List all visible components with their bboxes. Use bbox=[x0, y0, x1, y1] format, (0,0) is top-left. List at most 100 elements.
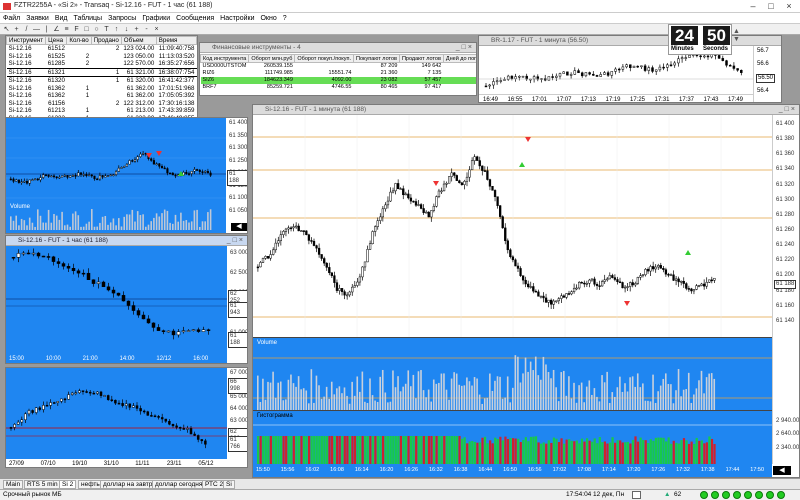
menu-view[interactable]: Вид bbox=[52, 13, 71, 24]
tab-si-2[interactable]: Si 2 bbox=[59, 480, 77, 489]
indicator-light-icon bbox=[700, 491, 708, 499]
instrument-cell: 4746.55 bbox=[331, 84, 352, 90]
histogram-pane[interactable] bbox=[253, 410, 772, 464]
time-label: 15:56 bbox=[280, 467, 295, 473]
delete-icon[interactable]: × bbox=[152, 25, 161, 34]
trade-cell: Si-12.16 bbox=[8, 45, 32, 52]
fin-window-controls[interactable]: _□× bbox=[456, 43, 474, 53]
trade-row[interactable]: Si-12.16 61362 1 61 362.00 17:01:51:968 bbox=[7, 85, 197, 93]
arrow-up-icon[interactable]: ↑ bbox=[112, 25, 121, 34]
price-label: 61 280 bbox=[776, 211, 795, 218]
chart-b-title[interactable]: Si-12.16 - FUT - 1 час (61 188) bbox=[6, 236, 247, 246]
col-header[interactable]: Покупают лотов bbox=[352, 54, 400, 63]
tab-si[interactable]: Si bbox=[223, 480, 235, 489]
br-time-label: 17:13 bbox=[581, 97, 597, 103]
message-icon[interactable] bbox=[632, 491, 641, 499]
chart-c-plot[interactable] bbox=[6, 368, 227, 459]
rect-icon[interactable]: □ bbox=[82, 25, 91, 34]
fin-window-title[interactable]: Финансовые инструменты - 4 bbox=[200, 43, 476, 53]
trade-cell: 61 213.00 bbox=[126, 107, 155, 114]
trade-cell: 17:01:51:968 bbox=[158, 84, 195, 92]
menu-messages[interactable]: Сообщения bbox=[173, 13, 217, 24]
tab-rts-5-min[interactable]: RTS 5 min bbox=[24, 480, 61, 489]
menu-settings[interactable]: Настройки bbox=[217, 13, 257, 24]
zoom-in-icon[interactable]: + bbox=[132, 25, 141, 34]
chart-b-time-axis: 15:00 10:00 21:00 14:00 12/12 16:00 bbox=[6, 354, 227, 363]
trade-row[interactable]: Si-12.16 61362 1 61 362.00 17:05:05:392 bbox=[7, 92, 197, 100]
minimize-button[interactable]: – bbox=[746, 1, 760, 12]
channel-icon[interactable]: ≡ bbox=[62, 25, 71, 34]
tab-dollar-tomorrow[interactable]: доллар на завтра bbox=[100, 480, 160, 489]
scroll-right-icon[interactable]: ◀ bbox=[773, 466, 791, 475]
time-label: 31/10 bbox=[103, 461, 119, 467]
trade-row[interactable]: Si-12.16 61320 1 61 320.00 16:41:42:377 bbox=[7, 77, 197, 85]
trade-row[interactable]: Si-12.16 61321 1 61 321.00 16:38:07:754 bbox=[6, 67, 197, 77]
crosshair-icon[interactable]: + bbox=[12, 25, 21, 34]
maximize-button[interactable]: □ bbox=[764, 1, 778, 12]
trade-row[interactable]: Si-12.16 61213 1 61 213.00 17:43:39:859 bbox=[7, 107, 197, 115]
col-header[interactable]: Код инструмента bbox=[200, 54, 250, 63]
close-button[interactable]: × bbox=[782, 1, 796, 12]
br-time-label: 17:19 bbox=[605, 97, 621, 103]
trade-row[interactable]: Si-12.16 61285 2 122 570.00 16:35:27:656 bbox=[7, 60, 197, 68]
scroll-right-icon[interactable]: ◀ bbox=[231, 223, 247, 231]
trade-cell: 17:43:39:859 bbox=[158, 107, 195, 114]
trade-row[interactable]: Si-12.16 61156 2 122 312.00 17:30:16:138 bbox=[7, 100, 197, 108]
col-header[interactable]: Инструмент bbox=[6, 36, 47, 45]
col-header[interactable]: Продают лотов bbox=[398, 54, 444, 63]
text-icon[interactable]: T bbox=[102, 25, 111, 34]
time-label: 17:38 bbox=[700, 467, 715, 473]
col-header[interactable]: Объем bbox=[120, 36, 157, 45]
br-price-label: 56.4 bbox=[757, 88, 769, 94]
chart-b-window-controls[interactable]: _□× bbox=[227, 236, 245, 246]
timer-arrows[interactable]: ▲ ▼ bbox=[733, 28, 740, 44]
vline-icon[interactable]: | bbox=[42, 25, 51, 34]
arrow-down-icon[interactable]: ↓ bbox=[122, 25, 131, 34]
trade-row[interactable]: Si-12.16 61512 2 123 024.00 11:09:40:758 bbox=[7, 45, 197, 53]
fan-icon[interactable]: ∠ bbox=[52, 25, 61, 34]
hline-icon[interactable]: — bbox=[32, 25, 41, 34]
tab-dollar-today[interactable]: доллар сегодня bbox=[152, 480, 206, 489]
price-label: 61 400 bbox=[229, 120, 248, 126]
menu-help[interactable]: ? bbox=[280, 13, 290, 24]
chart-a-window: Volume 61 40061 35061 30061 25061 20061 … bbox=[5, 117, 248, 234]
instrument-row[interactable]: SIZ6 184623.349 4092.00 23 082 57 4573 bbox=[200, 77, 476, 84]
time-label: 23/11 bbox=[166, 461, 182, 467]
col-header[interactable]: Кол-во bbox=[66, 36, 92, 45]
instrument-cell: 7 135 bbox=[427, 70, 442, 76]
trade-cell bbox=[91, 92, 121, 100]
main-chart-window-controls[interactable]: _□× bbox=[779, 105, 797, 115]
trade-cell: 17:30:16:138 bbox=[158, 99, 195, 107]
col-header[interactable]: Оборот покуп./покуп. bbox=[294, 54, 354, 63]
zoom-out-icon[interactable]: - bbox=[142, 25, 151, 34]
instrument-row[interactable]: USD000UTSTOM 260539.155 87 209 149 642 bbox=[200, 62, 476, 70]
instrument-row[interactable]: RIZ6 111749.985 15551.74 21 360 7 1353 bbox=[200, 70, 476, 77]
menu-requests[interactable]: Запросы bbox=[105, 13, 139, 24]
tab-main[interactable]: Main bbox=[3, 480, 24, 489]
volume-pane[interactable] bbox=[253, 337, 772, 410]
col-header[interactable]: Время bbox=[155, 36, 197, 45]
line-icon[interactable]: / bbox=[22, 25, 31, 34]
menu-charts[interactable]: Графики bbox=[139, 13, 173, 24]
trade-row[interactable]: Si-12.16 61525 2 123 050.00 11:13:03:520 bbox=[7, 53, 197, 61]
instrument-row[interactable]: BRF7 85259.721 4746.55 80 465 97 41718 bbox=[200, 84, 476, 91]
fibo-icon[interactable]: F bbox=[72, 25, 81, 34]
cursor-icon[interactable]: ↖ bbox=[2, 25, 11, 34]
menu-orders[interactable]: Заявки bbox=[23, 13, 52, 24]
price-label: 61 260 bbox=[776, 227, 795, 233]
ellipse-icon[interactable]: ○ bbox=[92, 25, 101, 34]
col-header[interactable]: Продано bbox=[90, 36, 122, 45]
br-time-label: 16:55 bbox=[507, 97, 523, 103]
time-label: 17:20 bbox=[626, 467, 641, 473]
col-header[interactable]: Оборот млн.руб bbox=[248, 54, 296, 63]
col-header[interactable]: Цена bbox=[45, 36, 68, 45]
chart-b-price-scale: 63 00062 50062 00061 50061 00062 25261 9… bbox=[227, 246, 247, 363]
chart-a-plot[interactable] bbox=[6, 118, 226, 233]
col-header[interactable]: Дней до погаш. bbox=[442, 54, 476, 63]
menu-file[interactable]: Файл bbox=[0, 13, 23, 24]
menu-tables[interactable]: Таблицы bbox=[71, 13, 106, 24]
main-chart-title[interactable]: Si-12.16 - FUT - 1 минута (61 188) bbox=[253, 105, 799, 115]
main-chart-plot[interactable] bbox=[253, 115, 772, 337]
menu-window[interactable]: Окно bbox=[257, 13, 279, 24]
chart-b-plot[interactable] bbox=[6, 246, 227, 354]
